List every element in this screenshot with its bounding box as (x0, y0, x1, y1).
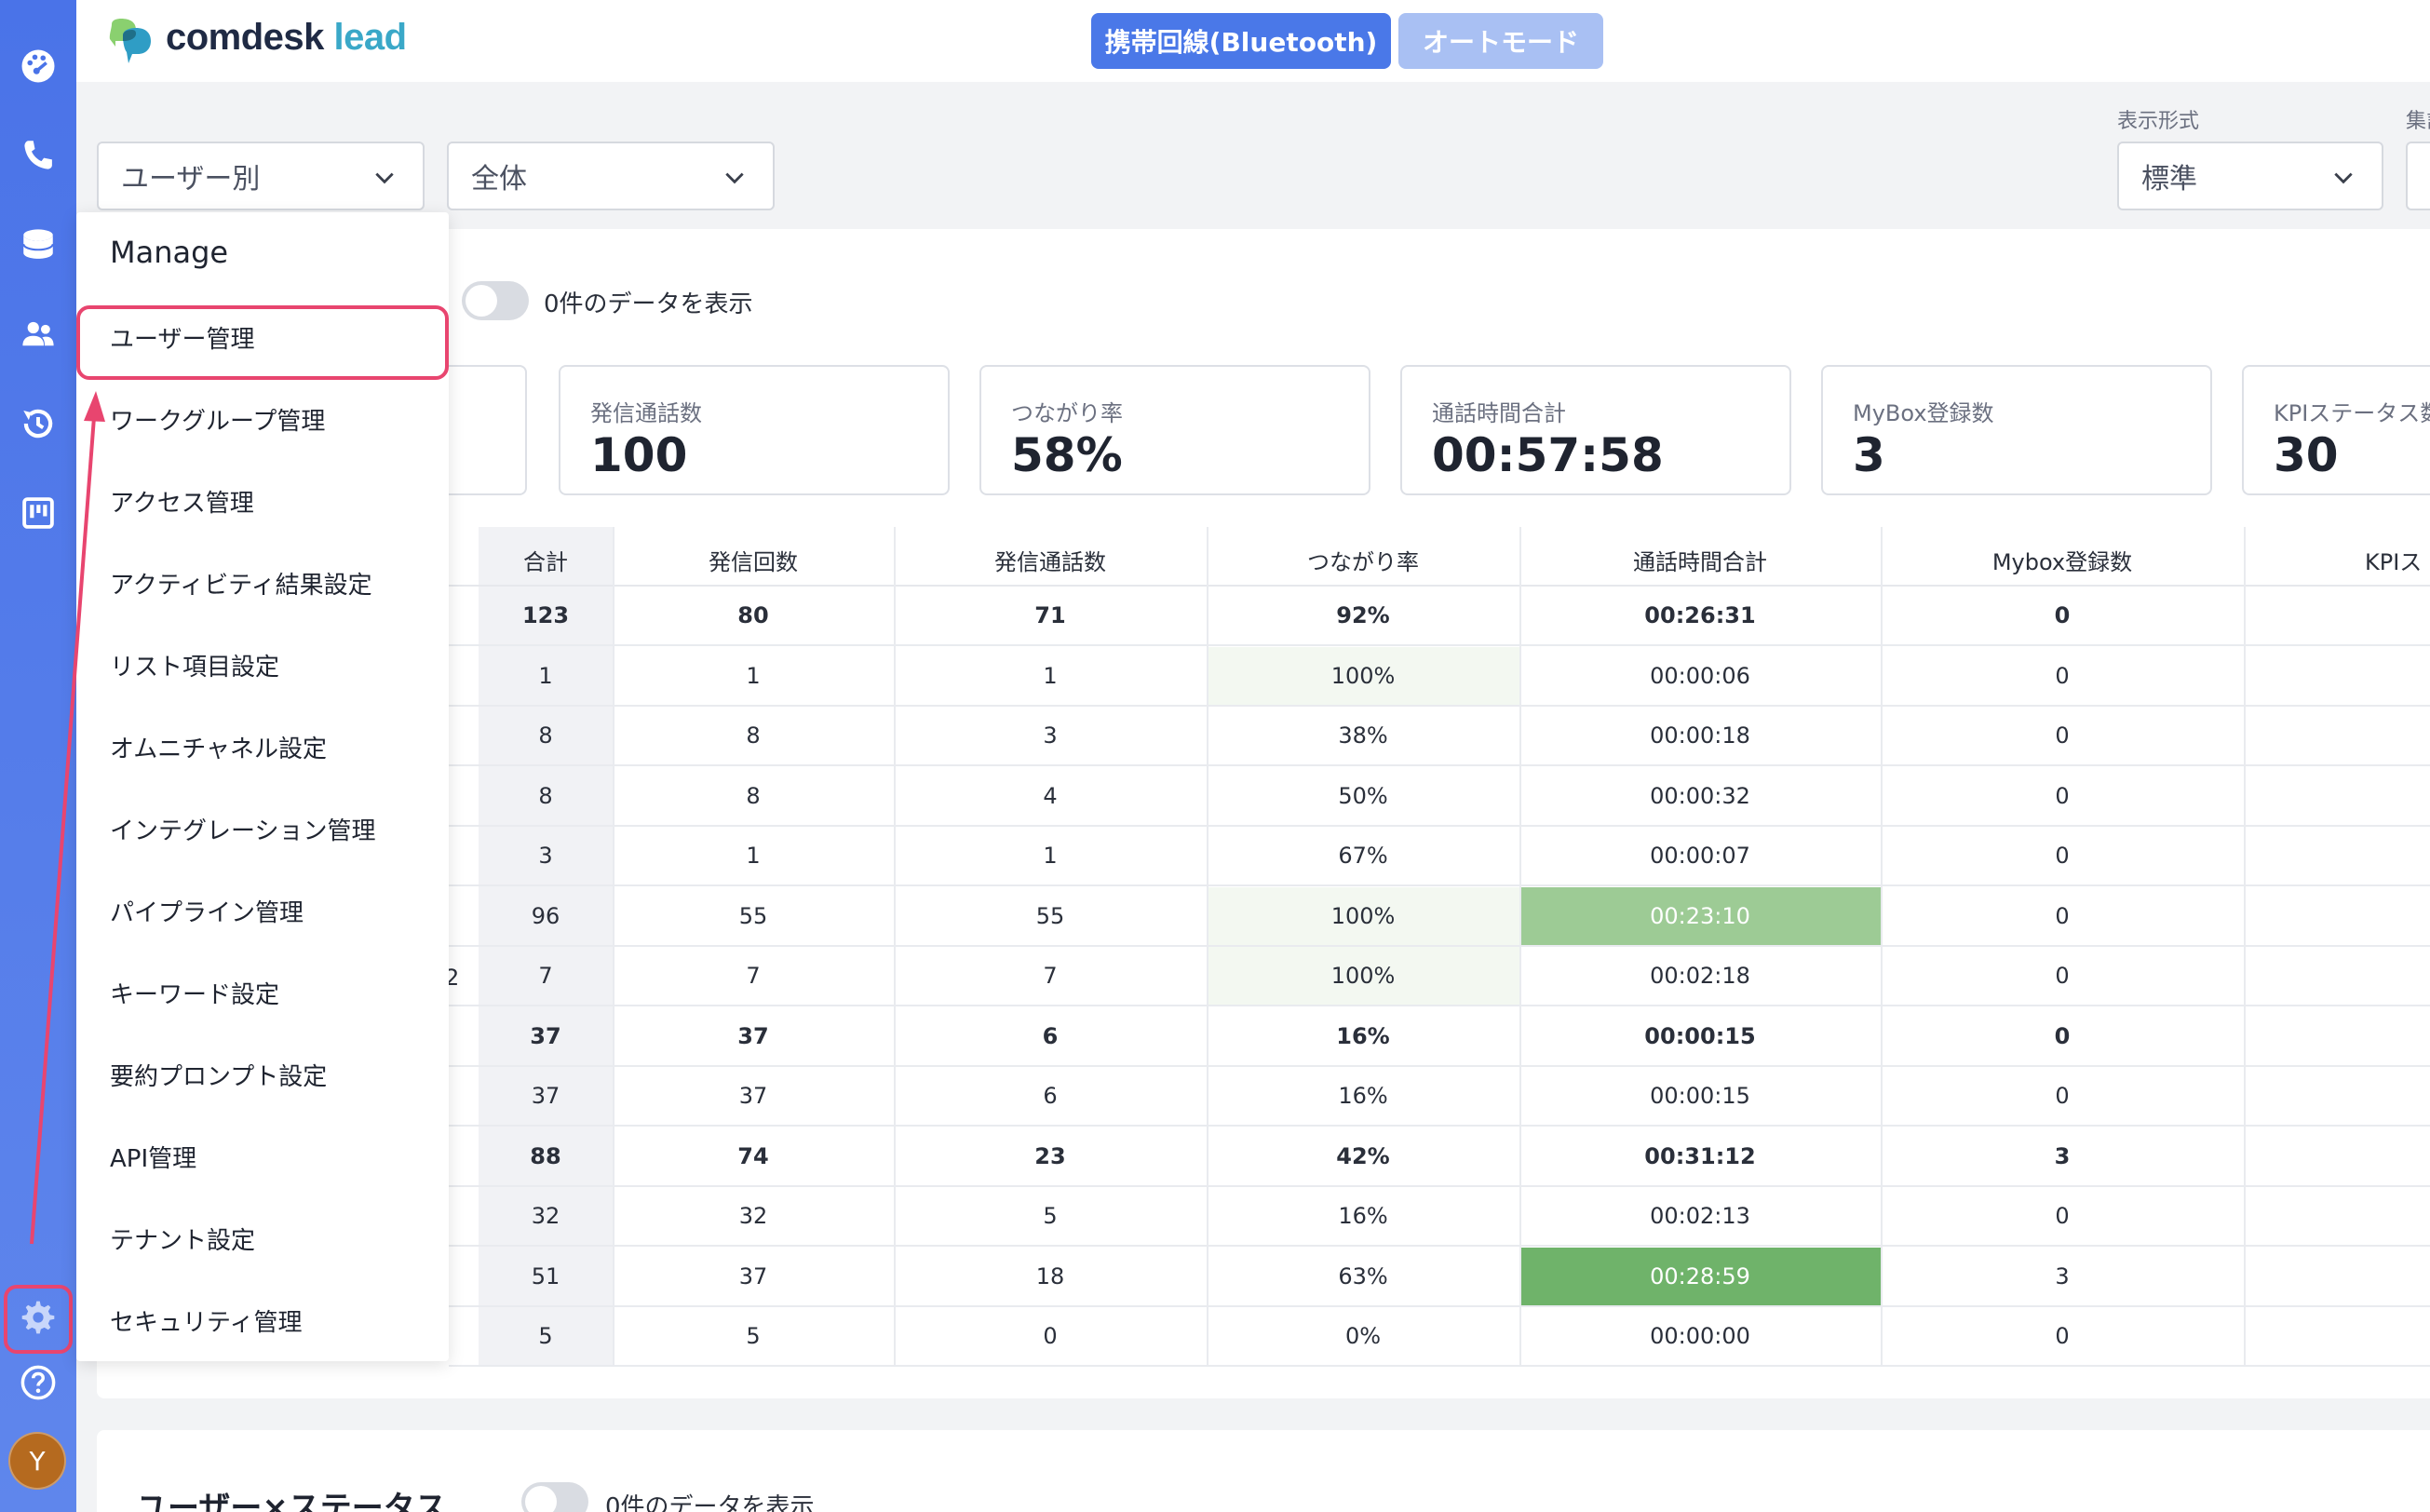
annotation-arrow (30, 391, 105, 1245)
